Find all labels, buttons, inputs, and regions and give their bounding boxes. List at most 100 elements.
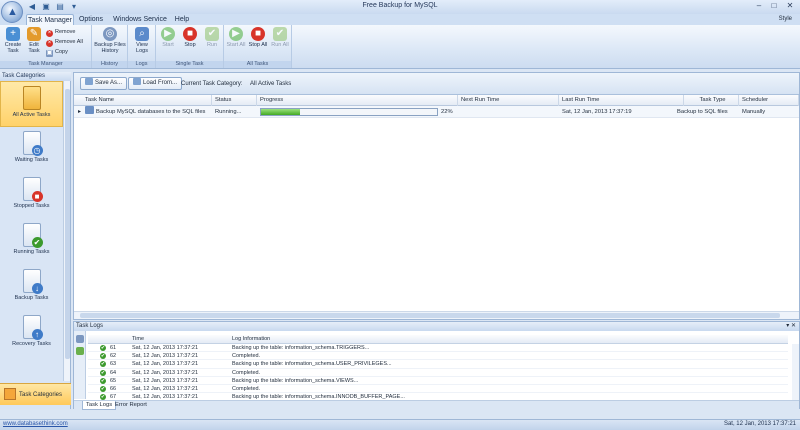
group-history: ◎Backup Files History History [92,25,128,68]
save-as-button[interactable]: Save As... [80,77,127,90]
start-button[interactable]: ▶Start [158,27,178,48]
group-all-tasks: ▶Start All ■Stop All ✔Run All All Tasks [224,25,292,68]
table-row[interactable]: ▸ Backup MySQL databases to the SQL file… [74,106,799,118]
status-time: Sat, 12 Jan, 2013 17:37:21 [724,421,796,427]
tab-help[interactable]: Help [170,14,194,25]
log-id: 64 [110,369,116,377]
clipboard-icon [23,86,41,110]
stop-all-icon: ■ [251,27,265,41]
remove-all-button[interactable]: ×Remove All [46,38,83,46]
start-all-button[interactable]: ▶Start All [226,27,246,48]
success-icon: ✔ [100,353,106,359]
run-all-button[interactable]: ✔Run All [270,27,290,48]
tab-options[interactable]: Options [76,14,106,25]
log-id: 63 [110,360,116,368]
log-row[interactable]: ✔61Sat, 12 Jan, 2013 17:37:21Backing up … [88,344,788,352]
remove-button[interactable]: ×Remove [46,28,75,36]
scroll-thumb[interactable] [80,313,780,318]
column-scheduler[interactable]: Scheduler [739,95,799,106]
stop-button[interactable]: ■Stop [180,27,200,48]
tab-windows-service[interactable]: Windows Service [110,14,170,25]
category-list: All Active Tasks ◷ Waiting Tasks ■ Stopp… [0,81,63,381]
status-bar: www.databasethink.com Sat, 12 Jan, 2013 … [0,419,800,430]
stop-icon: ■ [32,191,43,202]
clear-logs-icon[interactable] [76,335,84,343]
tab-task-logs[interactable]: Task Logs [82,401,116,410]
create-task-button[interactable]: +Create Task [3,27,23,54]
column-next-run-time[interactable]: Next Run Time [458,95,559,106]
task-logs-panel: Task Logs ▾ ✕ Time Log Information ✔61Sa… [73,321,800,409]
log-row[interactable]: ✔65Sat, 12 Jan, 2013 17:37:21Backing up … [88,377,788,385]
view-logs-button[interactable]: ⌕View Logs [132,27,152,54]
task-categories-header: Task Categories [0,72,71,81]
check-icon: ✔ [32,237,43,248]
task-toolbar: Save As... Load From... Current Task Cat… [74,73,799,95]
column-progress[interactable]: Progress [257,95,458,106]
group-label-task-manager: Task Manager [0,61,91,68]
task-categories-nav-button[interactable]: Task Categories [0,383,71,405]
category-stopped-tasks[interactable]: ■ Stopped Tasks [0,173,63,219]
cell-progress-percent: 22% [438,106,453,118]
minimize-icon[interactable]: – [752,1,766,12]
tab-task-manager[interactable]: Task Manager [26,14,74,25]
database-icon [85,106,94,114]
logs-panel-controls[interactable]: ▾ ✕ [786,322,796,329]
refresh-logs-icon[interactable] [76,347,84,355]
backup-icon: ↓ [23,269,41,293]
arrow-icon: ↑ [32,329,43,340]
clock-icon: ◷ [32,145,43,156]
group-label-history: History [92,61,127,68]
column-last-run-time[interactable]: Last Run Time [559,95,684,106]
maximize-icon[interactable]: □ [767,1,781,12]
column-status[interactable]: Status [212,95,257,106]
copy-button[interactable]: ▣Copy [46,48,68,56]
task-logs-header: Task Logs [74,322,799,331]
log-row[interactable]: ✔66Sat, 12 Jan, 2013 17:37:21Completed. [88,385,788,393]
backup-files-history-button[interactable]: ◎Backup Files History [94,27,126,54]
group-label-logs: Logs [128,61,155,68]
task-progress-bar [260,108,438,116]
log-grid-header: Time Log Information [88,335,788,344]
app-menu-button[interactable]: ▲ [1,1,23,23]
ribbon-tabs: Task Manager Options Windows Service Hel… [0,14,800,25]
cell-last-run-time: Sat, 12 Jan, 2013 17:37:19 [559,106,632,118]
log-info: Completed. [232,352,260,360]
row-expander-icon[interactable]: ▸ [75,106,81,118]
log-time: Sat, 12 Jan, 2013 17:37:21 [132,377,198,385]
tab-error-report[interactable]: Error Report [112,401,150,410]
log-row[interactable]: ✔62Sat, 12 Jan, 2013 17:37:21Completed. [88,352,788,360]
group-label-single-task: Single Task [156,61,223,68]
remove-icon: × [46,30,53,37]
column-log-information[interactable]: Log Information [232,335,270,344]
column-time[interactable]: Time [132,335,144,344]
load-from-button[interactable]: Load From... [128,77,182,90]
stop-icon: ■ [183,27,197,41]
category-recovery-tasks[interactable]: ↑ Recovery Tasks [0,311,63,357]
log-row[interactable]: ✔64Sat, 12 Jan, 2013 17:37:21Completed. [88,369,788,377]
column-task-name[interactable]: Task Name [82,95,212,106]
logs-vertical-scrollbar[interactable] [792,344,799,400]
close-icon[interactable]: ✕ [782,1,798,12]
column-task-type[interactable]: Task Type [684,95,739,106]
category-scrollbar[interactable] [63,81,70,381]
scroll-thumb[interactable] [65,89,70,359]
website-link[interactable]: www.databasethink.com [3,421,68,427]
log-info: Backing up the table: information_schema… [232,360,392,368]
view-logs-icon: ⌕ [135,27,149,41]
style-menu[interactable]: Style [779,16,792,22]
run-button[interactable]: ✔Run [202,27,222,48]
cell-scheduler: Manually [739,106,765,118]
log-time: Sat, 12 Jan, 2013 17:37:21 [132,385,198,393]
category-waiting-tasks[interactable]: ◷ Waiting Tasks [0,127,63,173]
database-icon: ▲ [7,6,18,18]
category-backup-tasks[interactable]: ↓ Backup Tasks [0,265,63,311]
edit-task-button[interactable]: ✎Edit Task [24,27,44,54]
grid-horizontal-scrollbar[interactable] [74,311,799,319]
log-row[interactable]: ✔63Sat, 12 Jan, 2013 17:37:21Backing up … [88,360,788,368]
stop-all-button[interactable]: ■Stop All [248,27,268,48]
progress-fill [261,109,300,115]
cell-task-name: Backup MySQL databases to the SQL files [82,106,205,118]
category-running-tasks[interactable]: ✔ Running Tasks [0,219,63,265]
log-id: 62 [110,352,116,360]
category-all-active-tasks[interactable]: All Active Tasks [0,81,63,127]
